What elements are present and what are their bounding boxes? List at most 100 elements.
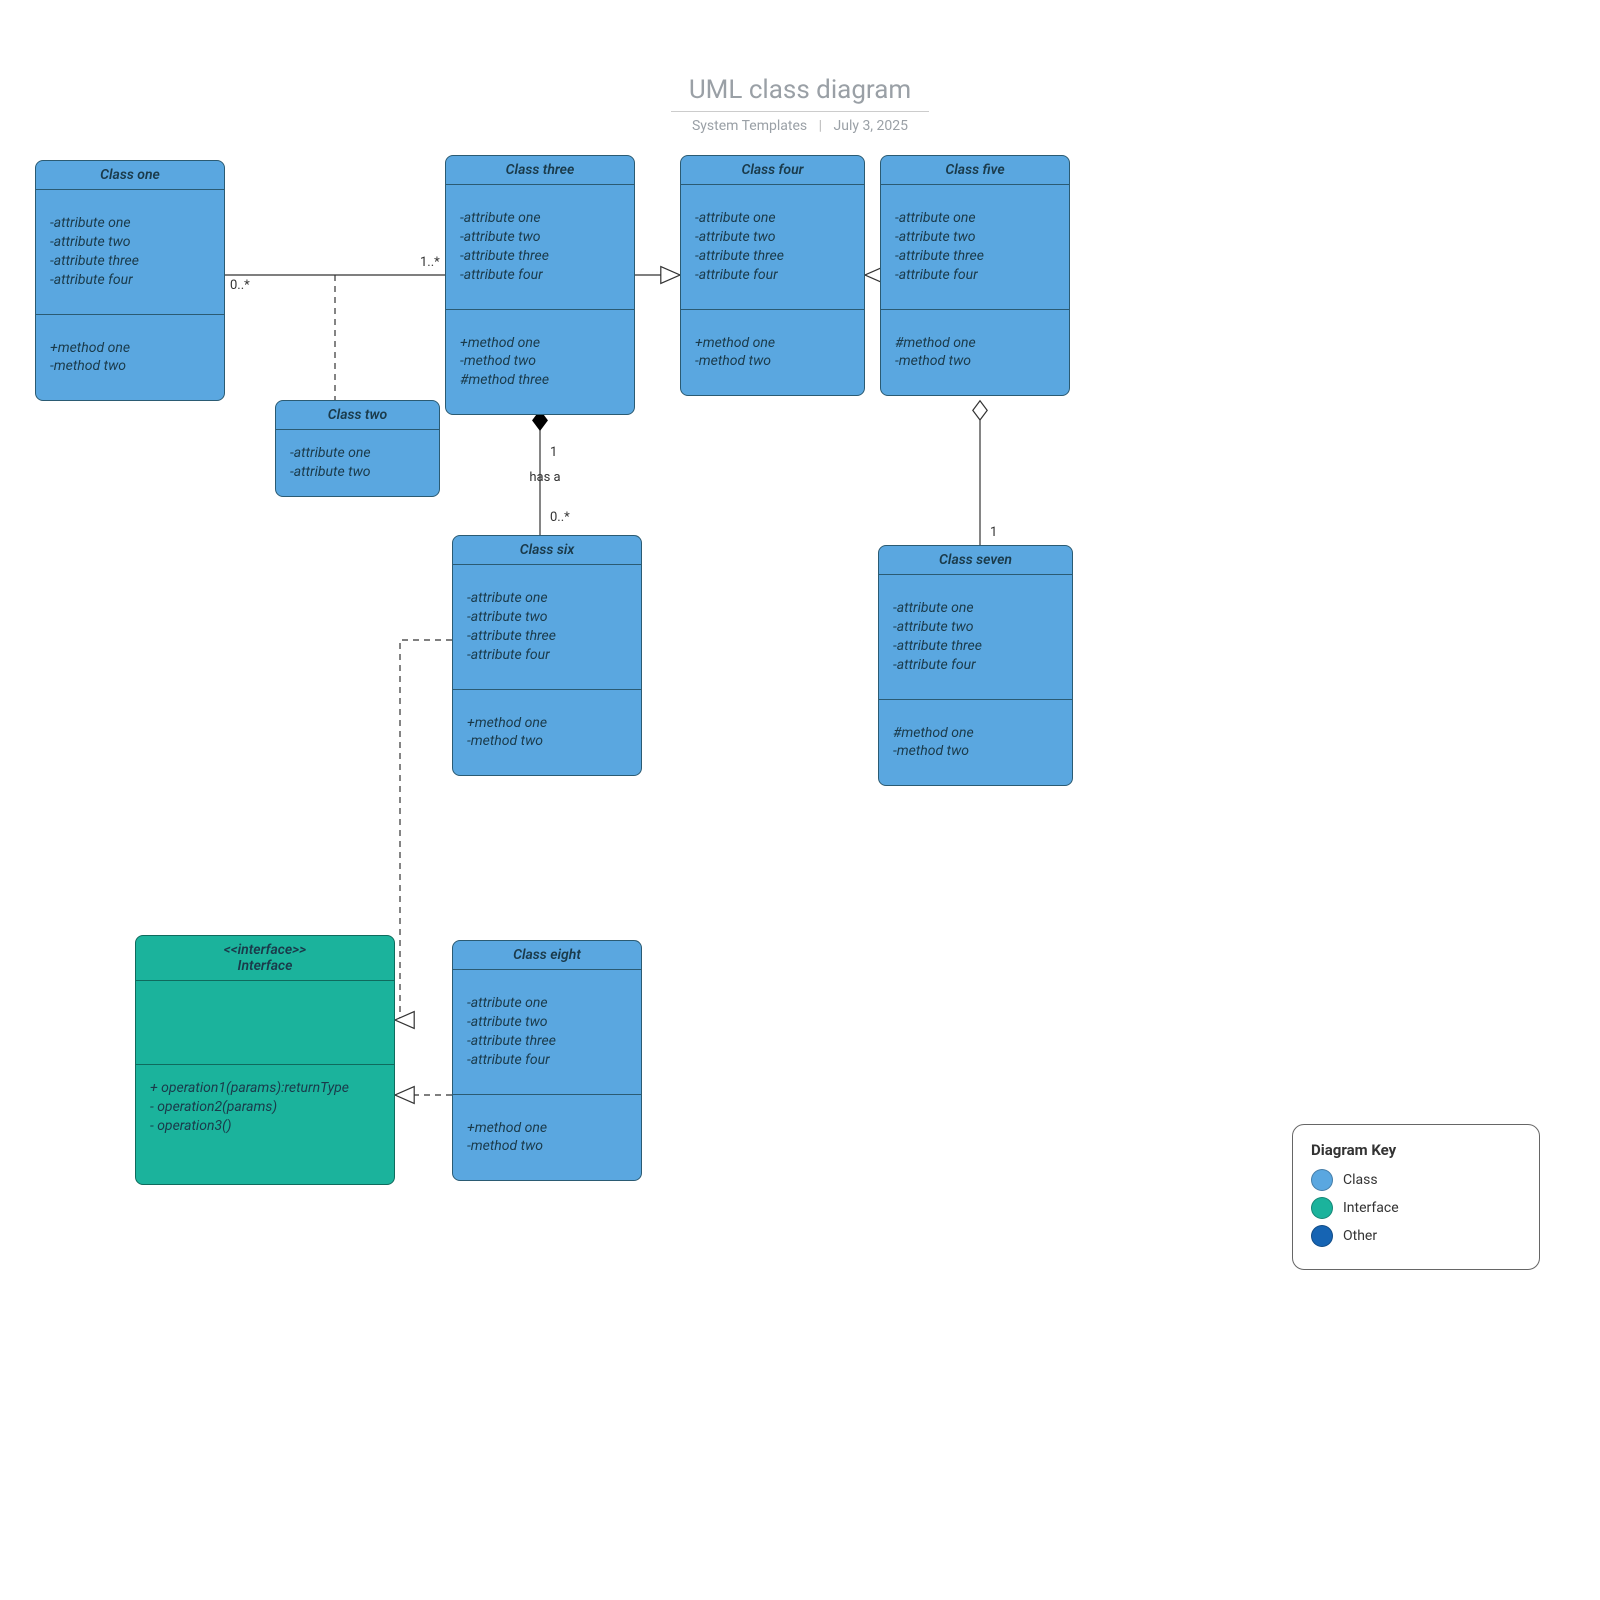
class-four-methods: +method one -method two: [681, 310, 864, 396]
class-eight-box[interactable]: Class eight -attribute one -attribute tw…: [452, 940, 642, 1181]
method: +method one: [695, 334, 850, 353]
attr: -attribute two: [290, 463, 425, 482]
attr: -attribute four: [893, 656, 1058, 675]
attr: -attribute two: [695, 228, 850, 247]
attr: -attribute two: [467, 1013, 627, 1032]
method: -method two: [50, 357, 210, 376]
method: +method one: [467, 714, 627, 733]
attr: -attribute three: [467, 1032, 627, 1051]
attr: -attribute four: [467, 646, 627, 665]
attr: -attribute one: [467, 589, 627, 608]
class-seven-box[interactable]: Class seven -attribute one -attribute tw…: [878, 545, 1073, 786]
key-dot-interface: [1311, 1197, 1333, 1219]
method: -method two: [895, 352, 1055, 371]
class-seven-methods: #method one -method two: [879, 700, 1072, 786]
attr: -attribute one: [290, 444, 425, 463]
comp-1: 1: [550, 445, 557, 460]
attr: -attribute one: [467, 994, 627, 1013]
interface-ops: + operation1(params):returnType - operat…: [136, 1065, 394, 1150]
key-dot-other: [1311, 1225, 1333, 1247]
interface-attrs-empty: [136, 981, 394, 1065]
method: -method two: [460, 352, 620, 371]
class-one-methods: +method one -method two: [36, 315, 224, 401]
comp-has: has a: [525, 470, 565, 485]
class-four-attrs: -attribute one -attribute two -attribute…: [681, 185, 864, 310]
class-seven-title: Class seven: [879, 546, 1072, 575]
subtitle-right: July 3, 2025: [834, 118, 909, 134]
class-four-box[interactable]: Class four -attribute one -attribute two…: [680, 155, 865, 396]
operation: - operation2(params): [150, 1098, 380, 1117]
class-three-title: Class three: [446, 156, 634, 185]
class-two-box[interactable]: Class two -attribute one -attribute two: [275, 400, 440, 497]
attr: -attribute one: [695, 209, 850, 228]
key-dot-class: [1311, 1169, 1333, 1191]
class-seven-attrs: -attribute one -attribute two -attribute…: [879, 575, 1072, 700]
method: -method two: [467, 732, 627, 751]
attr: -attribute three: [50, 252, 210, 271]
diagram-key-title: Diagram Key: [1311, 1141, 1521, 1159]
method: -method two: [893, 742, 1058, 761]
key-label-class: Class: [1343, 1172, 1378, 1188]
class-four-title: Class four: [681, 156, 864, 185]
interface-box[interactable]: <<interface>> Interface + operation1(par…: [135, 935, 395, 1185]
class-three-attrs: -attribute one -attribute two -attribute…: [446, 185, 634, 310]
class-six-attrs: -attribute one -attribute two -attribute…: [453, 565, 641, 690]
attr: -attribute three: [460, 247, 620, 266]
title-block: UML class diagram System Templates | Jul…: [0, 75, 1600, 134]
attr: -attribute four: [895, 266, 1055, 285]
class-two-attrs: -attribute one -attribute two: [276, 430, 439, 496]
attr: -attribute one: [460, 209, 620, 228]
subtitle-left: System Templates: [692, 118, 807, 134]
mult-c3-side: 1..*: [420, 255, 440, 270]
method: -method two: [695, 352, 850, 371]
attr: -attribute four: [50, 271, 210, 290]
method: #method one: [893, 724, 1058, 743]
key-item-class: Class: [1311, 1169, 1521, 1191]
method: #method one: [895, 334, 1055, 353]
attr: -attribute two: [893, 618, 1058, 637]
class-eight-methods: +method one -method two: [453, 1095, 641, 1181]
class-five-title: Class five: [881, 156, 1069, 185]
class-six-title: Class six: [453, 536, 641, 565]
key-item-other: Other: [1311, 1225, 1521, 1247]
interface-title: <<interface>> Interface: [136, 936, 394, 981]
class-six-box[interactable]: Class six -attribute one -attribute two …: [452, 535, 642, 776]
attr: -attribute three: [895, 247, 1055, 266]
attr: -attribute two: [467, 608, 627, 627]
attr: -attribute four: [467, 1051, 627, 1070]
attr: -attribute four: [695, 266, 850, 285]
key-label-interface: Interface: [1343, 1200, 1399, 1216]
class-eight-attrs: -attribute one -attribute two -attribute…: [453, 970, 641, 1095]
mult-c1-side: 0..*: [230, 278, 250, 293]
attr: -attribute two: [460, 228, 620, 247]
subtitle-separator: |: [819, 118, 822, 134]
comp-0star: 0..*: [550, 510, 570, 525]
attr: -attribute one: [893, 599, 1058, 618]
method: #method three: [460, 371, 620, 390]
attr: -attribute three: [893, 637, 1058, 656]
class-five-attrs: -attribute one -attribute two -attribute…: [881, 185, 1069, 310]
class-three-methods: +method one -method two #method three: [446, 310, 634, 415]
class-one-box[interactable]: Class one -attribute one -attribute two …: [35, 160, 225, 401]
attr: -attribute one: [50, 214, 210, 233]
attr: -attribute three: [467, 627, 627, 646]
agg-c7-1: 1: [990, 525, 997, 540]
method: +method one: [460, 334, 620, 353]
class-three-box[interactable]: Class three -attribute one -attribute tw…: [445, 155, 635, 415]
class-one-attrs: -attribute one -attribute two -attribute…: [36, 190, 224, 315]
class-two-title: Class two: [276, 401, 439, 430]
class-six-methods: +method one -method two: [453, 690, 641, 776]
attr: -attribute one: [895, 209, 1055, 228]
attr: -attribute three: [695, 247, 850, 266]
key-item-interface: Interface: [1311, 1197, 1521, 1219]
key-label-other: Other: [1343, 1228, 1377, 1244]
method: +method one: [467, 1119, 627, 1138]
interface-stereo: <<interface>>: [144, 942, 386, 958]
interface-name: Interface: [144, 958, 386, 974]
attr: -attribute four: [460, 266, 620, 285]
page-subtitle: System Templates | July 3, 2025: [0, 118, 1600, 134]
class-eight-title: Class eight: [453, 941, 641, 970]
class-five-box[interactable]: Class five -attribute one -attribute two…: [880, 155, 1070, 396]
operation: + operation1(params):returnType: [150, 1079, 380, 1098]
class-one-title: Class one: [36, 161, 224, 190]
